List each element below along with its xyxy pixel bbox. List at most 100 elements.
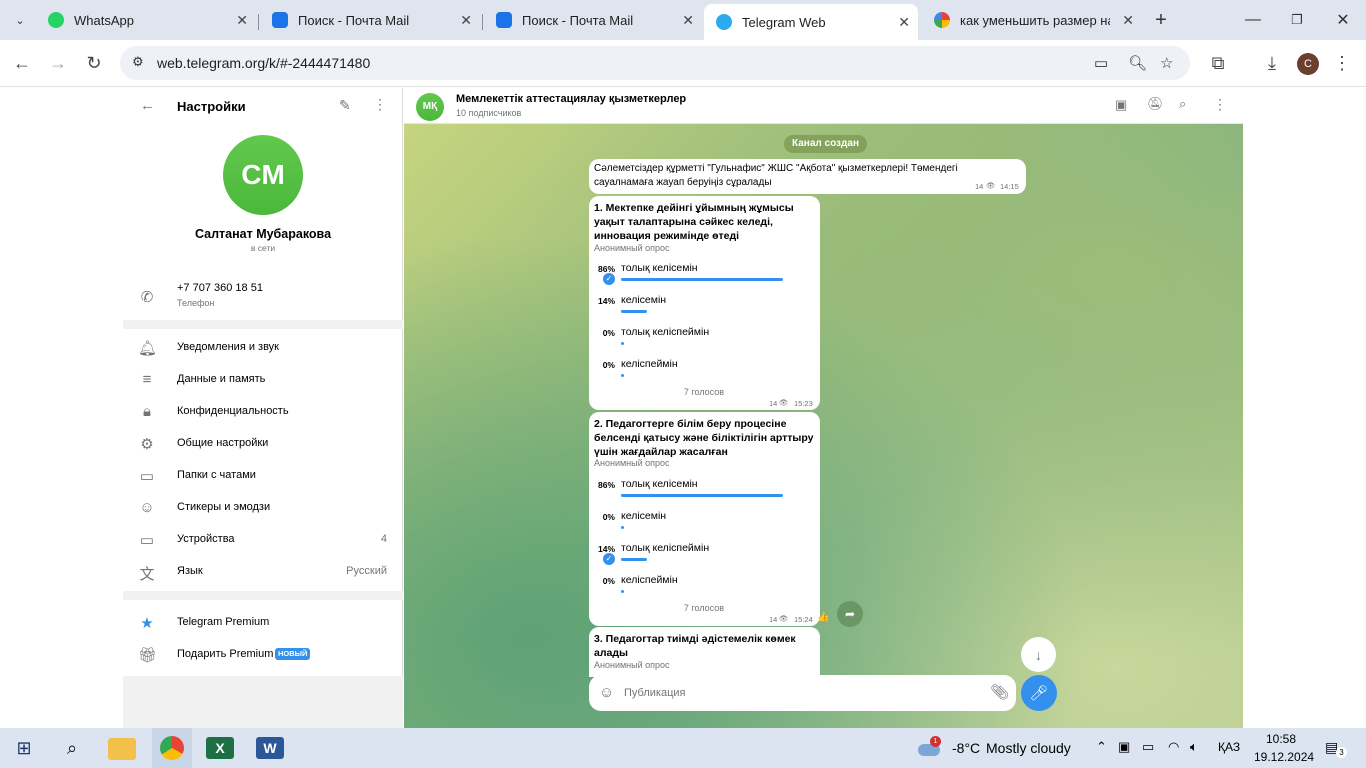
menu-language[interactable]: 文 Язык Русский — [123, 556, 403, 588]
menu-privacy[interactable]: 🔒︎ Конфиденциальность — [123, 396, 403, 428]
menu-general[interactable]: ⚙ Общие настройки — [123, 428, 403, 460]
mail-icon — [496, 12, 512, 28]
mute-bell-icon[interactable]: 🔕︎ — [1147, 96, 1164, 112]
windows-taskbar: ⊞ ⌕ X W 1 -8°C Mostly cloudy ⌃ ▣ ▭ ◠ 🔈︎ … — [0, 728, 1366, 768]
channel-avatar[interactable]: МҚ — [416, 93, 444, 121]
chrome-taskbar-button[interactable] — [152, 728, 192, 768]
weather-text[interactable]: Mostly cloudy — [986, 740, 1071, 756]
menu-label: Подарить Premium — [177, 648, 274, 660]
tab-mail-1[interactable]: Поиск - Почта Mail ✕ — [260, 4, 480, 36]
scroll-down-button[interactable]: ↓ — [1021, 637, 1056, 672]
gear-icon: ⚙ — [140, 436, 154, 453]
star-icon: ★ — [140, 615, 154, 632]
file-explorer-icon[interactable] — [108, 738, 136, 760]
poll-message[interactable]: 1. Мектепке дейінгі ұйымның жұмысы уақыт… — [589, 196, 820, 410]
discussion-icon[interactable]: ▣ — [1115, 97, 1127, 113]
poll-question: 2. Педагогтерге білім беру процесіне бел… — [594, 418, 814, 458]
message-input[interactable] — [624, 684, 974, 702]
menu-premium[interactable]: ★ Telegram Premium — [123, 607, 403, 639]
poll-option-percent: 0% — [602, 360, 615, 370]
settings-title: Настройки — [177, 99, 246, 114]
devices-icon: ▭ — [139, 532, 155, 549]
menu-kebab-icon[interactable]: ⋮ — [1331, 53, 1353, 74]
close-icon[interactable]: ✕ — [1122, 12, 1134, 29]
word-icon[interactable]: W — [256, 737, 284, 759]
close-icon[interactable]: ✕ — [898, 14, 910, 31]
edit-pencil-icon[interactable]: ✎ — [339, 97, 351, 114]
back-icon[interactable]: ← — [11, 53, 33, 74]
profile-avatar[interactable]: C — [1297, 53, 1319, 75]
emoji-icon[interactable]: ☺ — [599, 684, 614, 701]
message-text: Сәлеметсіздер құрметті "Гульнафис" ЖШС "… — [594, 163, 958, 188]
close-icon[interactable]: ✕ — [236, 12, 248, 29]
message-input-bar[interactable]: ☺ 📎︎ — [589, 675, 1016, 711]
profile-avatar-large[interactable]: CM — [223, 135, 303, 215]
service-message: Канал создан — [784, 135, 867, 153]
back-arrow-icon[interactable]: ← — [140, 97, 155, 114]
eye-icon: 👁︎ — [779, 398, 789, 407]
search-icon[interactable]: ⌕ — [1179, 96, 1186, 112]
notifications-button[interactable]: ▤ 3 — [1325, 739, 1347, 758]
poll-message[interactable]: 3. Педагогтар тиімді әдістемелік көмек а… — [589, 627, 820, 677]
menu-notifications[interactable]: 🔔︎ Уведомления и звук — [123, 332, 403, 364]
weather-widget-icon[interactable]: 1 — [916, 736, 944, 758]
minimize-button[interactable]: — — [1240, 8, 1266, 32]
weather-temp[interactable]: -8°C — [952, 740, 980, 756]
new-badge: НОВЫЙ — [275, 648, 311, 660]
excel-icon[interactable]: X — [206, 737, 234, 759]
new-tab-button[interactable]: + — [1148, 8, 1174, 32]
tab-google[interactable]: как уменьшить размер на ✕ — [922, 4, 1142, 36]
zoom-icon[interactable]: 🔍︎ — [1128, 54, 1147, 72]
menu-gift-premium[interactable]: 🎁︎ Подарить Premium НОВЫЙ — [123, 639, 403, 671]
chat-header[interactable]: МҚ Мемлекеттік аттестациялау қызметкерле… — [404, 88, 1243, 124]
battery-icon[interactable]: ▭ — [1142, 739, 1154, 755]
microphone-button[interactable]: 🎤︎ — [1021, 675, 1057, 711]
tab-mail-2[interactable]: Поиск - Почта Mail ✕ — [484, 4, 702, 36]
share-forward-button[interactable]: ➦ — [837, 601, 863, 627]
menu-label: Уведомления и звук — [177, 341, 279, 353]
install-app-icon[interactable]: ▭ — [1094, 54, 1108, 72]
volume-icon[interactable]: 🔈︎ — [1190, 739, 1198, 755]
bookmark-star-icon[interactable]: ☆ — [1160, 54, 1173, 72]
security-icon[interactable]: ▣ — [1118, 739, 1130, 755]
menu-label: Telegram Premium — [177, 616, 270, 628]
more-kebab-icon[interactable]: ⋮ — [1213, 96, 1227, 113]
tab-telegram[interactable]: Telegram Web ✕ — [704, 4, 918, 40]
poll-option-bar — [621, 278, 783, 281]
menu-folders[interactable]: ▭ Папки с чатами — [123, 460, 403, 492]
chrome-icon — [160, 736, 184, 760]
close-icon[interactable]: ✕ — [682, 12, 694, 29]
attach-paperclip-icon[interactable]: 📎︎ — [990, 683, 1009, 701]
clock-date[interactable]: 19.12.2024 — [1254, 750, 1314, 764]
address-bar[interactable]: ⚙ web.telegram.org/k/#-2444471480 ▭ 🔍︎ ☆ — [120, 46, 1190, 80]
restore-button[interactable]: ❐ — [1284, 8, 1310, 32]
url-text[interactable]: web.telegram.org/k/#-2444471480 — [157, 55, 370, 71]
menu-stickers[interactable]: ☺ Стикеры и эмодзи — [123, 492, 403, 524]
poll-message[interactable]: 2. Педагогтерге білім беру процесіне бел… — [589, 412, 820, 626]
message-bubble[interactable]: Сәлеметсіздер құрметті "Гульнафис" ЖШС "… — [589, 159, 1026, 194]
more-kebab-icon[interactable]: ⋮ — [373, 96, 387, 113]
tab-label: Поиск - Почта Mail — [522, 12, 634, 28]
tab-whatsapp[interactable]: WhatsApp ✕ — [36, 4, 256, 36]
forward-icon[interactable]: → — [47, 53, 69, 74]
clock-time[interactable]: 10:58 — [1266, 732, 1296, 746]
poll-option-label: толық келіспеймін — [621, 326, 710, 338]
tab-search-button[interactable]: ⌄ — [7, 8, 33, 32]
extensions-icon[interactable]: ⧉ — [1207, 53, 1229, 74]
chevron-up-icon[interactable]: ⌃ — [1096, 739, 1107, 755]
menu-data-storage[interactable]: ≡ Данные и память — [123, 364, 403, 396]
phone-row[interactable]: ✆ +7 707 360 18 51 Телефон — [123, 278, 403, 314]
search-icon[interactable]: ⌕ — [58, 734, 86, 762]
wifi-icon[interactable]: ◠ — [1168, 739, 1179, 755]
close-icon[interactable]: ✕ — [460, 12, 472, 29]
reload-icon[interactable]: ↻ — [83, 53, 105, 74]
reaction-emoji[interactable]: 👍 — [817, 612, 829, 623]
poll-option-percent: 0% — [602, 576, 615, 586]
window-close-button[interactable]: ✕ — [1330, 8, 1356, 32]
channel-subscribers: 10 подписчиков — [456, 108, 522, 118]
windows-start-icon[interactable]: ⊞ — [10, 734, 38, 762]
download-icon[interactable]: ⤓ — [1261, 53, 1283, 74]
menu-devices[interactable]: ▭ Устройства 4 — [123, 524, 403, 556]
site-info-icon[interactable]: ⚙ — [132, 54, 144, 70]
input-language[interactable]: ҚАЗ — [1218, 740, 1240, 754]
